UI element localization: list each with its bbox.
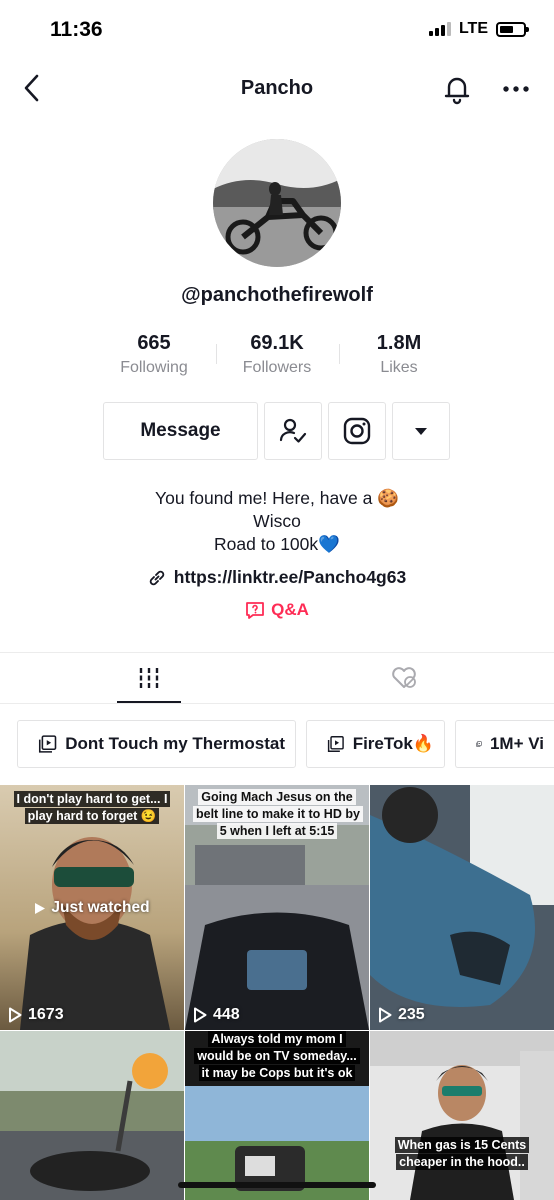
play-outline-icon [379, 1007, 392, 1023]
divider [0, 652, 554, 653]
thumbnail-image [0, 1031, 184, 1200]
bio-line: Road to 100k💙 [214, 534, 340, 554]
grid-icon [139, 668, 159, 688]
avatar-photo [213, 139, 341, 267]
profile-bio: You found me! Here, have a 🍪 Wisco Road … [0, 487, 554, 556]
bio-link[interactable]: https://linktr.ee/Pancho4g63 [0, 567, 554, 588]
more-icon [503, 86, 529, 92]
tab-videos[interactable] [117, 653, 181, 703]
qa-label: Q&A [271, 600, 309, 619]
video-caption: Going Mach Jesus on the belt line to mak… [193, 789, 363, 840]
battery-icon [496, 21, 529, 37]
view-count: 235 [378, 1006, 425, 1024]
username-handle: @panchothefirewolf [181, 284, 373, 306]
video-thumbnail[interactable]: 235 [370, 785, 554, 1030]
video-caption: Always told my mom I would be on TV some… [193, 1031, 361, 1082]
more-suggestions-button[interactable] [392, 402, 450, 460]
caret-down-icon [415, 428, 427, 435]
video-thumbnail[interactable]: Always told my mom I would be on TV some… [185, 1031, 369, 1200]
nav-bar: Pancho [0, 62, 554, 116]
view-count: 1673 [8, 1006, 64, 1024]
stat-number: 665 [137, 332, 171, 354]
status-bar: 11:36 LTE [0, 0, 554, 60]
link-text: https://linktr.ee/Pancho4g63 [173, 567, 407, 587]
home-indicator [178, 1182, 376, 1188]
playlist-icon [327, 736, 344, 752]
playlist-label: Dont Touch my Thermostat [65, 734, 285, 753]
playlist-chip[interactable]: FireTok🔥 [306, 720, 445, 768]
video-thumbnail[interactable]: Going Mach Jesus on the belt line to mak… [185, 785, 369, 1030]
status-indicators: LTE [428, 20, 529, 38]
stat-number: 1.8M [376, 332, 422, 354]
play-outline-icon [9, 1007, 22, 1023]
playlist-icon [476, 741, 482, 747]
user-check-icon [279, 418, 307, 443]
playlist-chip[interactable]: 1M+ Vi [455, 720, 554, 768]
bio-line: You found me! Here, have a 🍪 [155, 488, 399, 508]
stat-label: Followers [242, 359, 312, 376]
video-thumbnail[interactable] [0, 1031, 184, 1200]
more-options-button[interactable] [498, 76, 534, 102]
playlist-icon [38, 735, 57, 753]
instagram-icon [343, 417, 371, 445]
video-caption: When gas is 15 Cents cheaper in the hood… [378, 1137, 546, 1171]
tab-liked[interactable] [372, 653, 436, 703]
link-icon [149, 570, 165, 585]
play-icon [35, 902, 46, 914]
question-bubble-icon [246, 602, 265, 619]
play-outline-icon [194, 1007, 207, 1023]
view-count: 448 [193, 1006, 240, 1024]
profile-stats: 665 Following 69.1K Followers 1.8M Likes [0, 332, 554, 382]
following-status-button[interactable] [264, 402, 322, 460]
instagram-button[interactable] [328, 402, 386, 460]
playlist-chip[interactable]: Dont Touch my Thermostat [17, 720, 296, 768]
signal-icon [428, 22, 451, 36]
stat-number: 69.1K [250, 332, 304, 354]
thumbnail-image [370, 1031, 554, 1200]
stat-following[interactable]: 665 Following [94, 332, 214, 377]
playlist-label: 1M+ Vi [489, 734, 544, 753]
message-button[interactable]: Message [103, 402, 258, 460]
hidden-heart-icon [392, 667, 416, 688]
avatar[interactable] [213, 139, 341, 267]
network-label: LTE [458, 20, 488, 37]
playlist-label: FireTok🔥 [352, 734, 434, 753]
divider [0, 703, 554, 704]
bio-line: Wisco [253, 511, 301, 531]
qa-link[interactable]: Q&A [0, 600, 554, 620]
just-watched-label: Just watched [0, 899, 184, 917]
notification-button[interactable] [440, 72, 474, 106]
status-time: 11:36 [50, 18, 103, 41]
stat-label: Likes [380, 359, 418, 376]
bell-icon [444, 77, 470, 105]
stat-followers[interactable]: 69.1K Followers [217, 332, 337, 377]
stat-label: Following [120, 359, 188, 376]
stat-likes[interactable]: 1.8M Likes [339, 332, 459, 377]
thumbnail-image [370, 785, 554, 1030]
video-thumbnail[interactable]: When gas is 15 Cents cheaper in the hood… [370, 1031, 554, 1200]
video-thumbnail[interactable]: I don't play hard to get... I play hard … [0, 785, 184, 1030]
video-caption: I don't play hard to get... I play hard … [8, 791, 176, 825]
